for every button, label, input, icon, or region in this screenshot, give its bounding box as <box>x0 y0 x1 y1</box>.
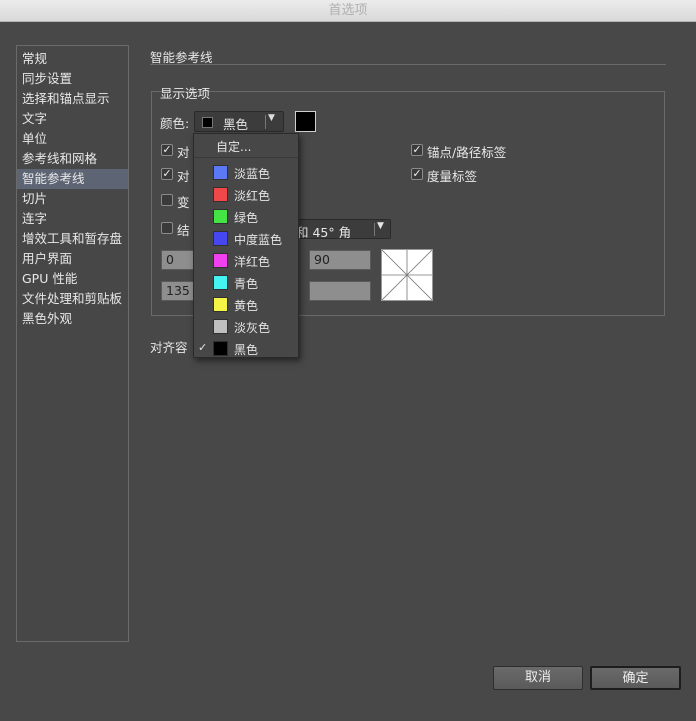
chevron-down-icon: ▼ <box>268 113 275 123</box>
sidebar-item-sync-settings[interactable]: 同步设置 <box>17 69 128 89</box>
checkbox-measurement-labels[interactable]: ✓ <box>411 168 423 180</box>
chevron-down-icon: ▼ <box>377 221 384 231</box>
color-swatch <box>213 253 228 268</box>
sidebar-item-appearance-of-black[interactable]: 黑色外观 <box>17 309 128 329</box>
color-select-value: 黑色 <box>223 117 249 132</box>
color-swatch <box>213 187 228 202</box>
menu-item-black[interactable]: ✓ 黑色 <box>194 338 298 360</box>
menu-item-light-red[interactable]: 淡红色 <box>194 184 298 206</box>
menu-item-light-blue[interactable]: 淡蓝色 <box>194 162 298 184</box>
menu-item-magenta[interactable]: 洋红色 <box>194 250 298 272</box>
menu-item-label: 绿色 <box>234 211 259 225</box>
checkbox-transform[interactable] <box>161 194 173 206</box>
checkmark-icon: ✓ <box>162 167 172 180</box>
color-select-swatch <box>202 117 213 128</box>
menu-item-light-gray[interactable]: 淡灰色 <box>194 316 298 338</box>
menu-item-label: 青色 <box>234 277 259 291</box>
menu-item-label: 黑色 <box>234 343 259 357</box>
color-dropdown-menu[interactable]: 自定... 淡蓝色 淡红色 绿色 中度蓝色 洋红色 青色 黄色 淡灰色 ✓ 黑色 <box>193 133 299 358</box>
sidebar-item-units[interactable]: 单位 <box>17 129 128 149</box>
color-swatch <box>213 209 228 224</box>
checkbox-align-2[interactable]: ✓ <box>161 168 173 180</box>
category-list[interactable]: 常规 同步设置 选择和锚点显示 文字 单位 参考线和网格 智能参考线 切片 连字… <box>16 45 129 642</box>
menu-separator <box>194 157 298 158</box>
window-title: 首选项 <box>0 0 696 22</box>
color-label: 颜色: <box>160 116 190 131</box>
menu-item-custom[interactable]: 自定... <box>216 138 251 155</box>
color-swatch <box>213 297 228 312</box>
section-divider <box>150 64 666 65</box>
menu-item-yellow[interactable]: 黄色 <box>194 294 298 316</box>
sidebar-item-guides-grid[interactable]: 参考线和网格 <box>17 149 128 169</box>
checkmark-icon: ✓ <box>412 143 422 156</box>
sidebar-item-type[interactable]: 文字 <box>17 109 128 129</box>
checkbox-construction-label: 结 <box>177 223 190 238</box>
sidebar-item-slices[interactable]: 切片 <box>17 189 128 209</box>
menu-item-label: 淡灰色 <box>234 321 271 335</box>
color-swatch <box>213 275 228 290</box>
sidebar-item-user-interface[interactable]: 用户界面 <box>17 249 128 269</box>
angle-field-4[interactable] <box>309 281 371 301</box>
sidebar-item-plugins-scratch-disks[interactable]: 增效工具和暂存盘 <box>17 229 128 249</box>
checkbox-align-2-label: 对 <box>177 169 190 184</box>
checkmark-icon: ✓ <box>412 167 422 180</box>
menu-item-green[interactable]: 绿色 <box>194 206 298 228</box>
sidebar-item-hyphenation[interactable]: 连字 <box>17 209 128 229</box>
checkbox-anchor-path-labels[interactable]: ✓ <box>411 144 423 156</box>
angle-select-separator <box>374 223 375 236</box>
checkbox-construction[interactable] <box>161 222 173 234</box>
color-swatch <box>213 319 228 334</box>
checkbox-anchor-path-labels-label: 锚点/路径标签 <box>427 145 507 160</box>
sidebar-item-general[interactable]: 常规 <box>17 49 128 69</box>
menu-item-label: 中度蓝色 <box>234 233 283 247</box>
angle-select-value: 和 45° 角 <box>296 225 352 240</box>
checkbox-align-1-label: 对 <box>177 145 190 160</box>
angle-field-2[interactable]: 90 <box>309 250 371 270</box>
menu-item-label: 淡红色 <box>234 189 271 203</box>
cancel-button[interactable]: 取消 <box>493 666 583 690</box>
display-options-title: 显示选项 <box>160 86 211 101</box>
sidebar-item-gpu-performance[interactable]: GPU 性能 <box>17 269 128 289</box>
sidebar-item-file-handling-clipboard[interactable]: 文件处理和剪贴板 <box>17 289 128 309</box>
menu-item-medium-blue[interactable]: 中度蓝色 <box>194 228 298 250</box>
color-swatch <box>213 165 228 180</box>
color-swatch <box>213 341 228 356</box>
checkbox-measurement-labels-label: 度量标签 <box>427 169 478 184</box>
color-preview-swatch[interactable] <box>295 111 316 132</box>
angle-select[interactable]: 和 45° 角 ▼ <box>287 219 391 240</box>
color-swatch <box>213 231 228 246</box>
menu-item-label: 洋红色 <box>234 255 271 269</box>
menu-item-cyan[interactable]: 青色 <box>194 272 298 294</box>
checkbox-transform-label: 变 <box>177 195 190 210</box>
color-select[interactable]: 黑色 ▼ <box>194 111 284 132</box>
checkbox-align-1[interactable]: ✓ <box>161 144 173 156</box>
snap-tolerance-label: 对齐容 <box>150 340 188 355</box>
ok-button[interactable]: 确定 <box>590 666 681 690</box>
angle-preview <box>381 249 433 301</box>
angle-preview-lines <box>381 249 433 301</box>
color-select-separator <box>265 115 266 129</box>
menu-item-label: 淡蓝色 <box>234 167 271 181</box>
checkmark-icon: ✓ <box>162 143 172 156</box>
sidebar-item-selection-anchor-display[interactable]: 选择和锚点显示 <box>17 89 128 109</box>
checkmark-icon: ✓ <box>198 341 208 354</box>
menu-item-label: 黄色 <box>234 299 259 313</box>
sidebar-item-smart-guides[interactable]: 智能参考线 <box>17 169 128 189</box>
